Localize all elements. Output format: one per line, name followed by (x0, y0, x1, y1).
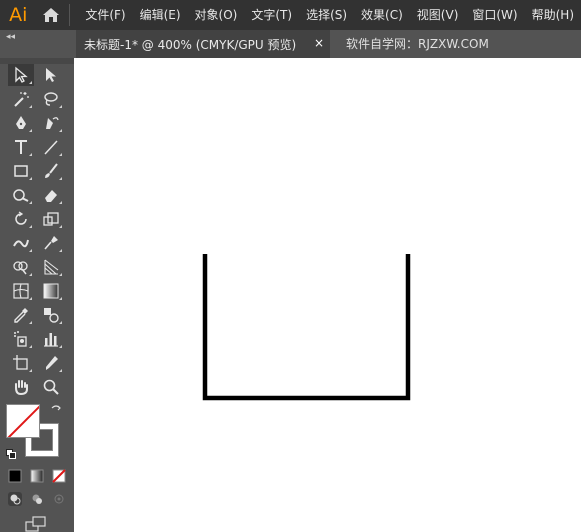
menu-help[interactable]: 帮助(H) (525, 0, 581, 30)
column-graph-tool-icon[interactable] (38, 328, 64, 350)
menu-items: 文件(F) 编辑(E) 对象(O) 文字(T) 选择(S) 效果(C) 视图(V… (78, 0, 581, 30)
screen-mode-icon[interactable] (24, 516, 48, 532)
menu-edit[interactable]: 编辑(E) (133, 0, 188, 30)
color-mode-row (6, 468, 68, 484)
mesh-tool-icon[interactable] (8, 280, 34, 302)
app-logo: Ai (9, 4, 28, 26)
scale-tool-icon[interactable] (38, 208, 64, 230)
illustrator-window: Ai 文件(F) 编辑(E) 对象(O) 文字(T) 选择(S) 效果(C) 视… (0, 0, 581, 532)
menu-type[interactable]: 文字(T) (244, 0, 299, 30)
document-tab-bar: ◂◂ 未标题-1* @ 400% (CMYK/GPU 预览) × 软件自学网：R… (0, 30, 581, 58)
line-segment-tool-icon[interactable] (38, 136, 64, 158)
draw-inside-icon[interactable] (50, 490, 68, 508)
puppet-warp-tool-icon[interactable] (38, 232, 64, 254)
type-tool-icon[interactable] (8, 136, 34, 158)
gradient-tool-icon[interactable] (38, 280, 64, 302)
draw-behind-icon[interactable] (28, 490, 46, 508)
tools-panel (0, 58, 74, 532)
pen-tool-icon[interactable] (8, 112, 34, 134)
paintbrush-tool-icon[interactable] (38, 160, 64, 182)
selection-tool-icon[interactable] (8, 64, 34, 86)
symbol-sprayer-tool-icon[interactable] (8, 328, 34, 350)
shape-builder-tool-icon[interactable] (8, 256, 34, 278)
menu-window[interactable]: 窗口(W) (465, 0, 524, 30)
document-tab-title: 未标题-1* @ 400% (CMYK/GPU 预览) (84, 37, 297, 52)
draw-normal-icon[interactable] (6, 490, 24, 508)
artboard-canvas[interactable] (74, 58, 581, 532)
default-fill-stroke-icon[interactable] (6, 444, 16, 459)
direct-selection-tool-icon[interactable] (38, 64, 64, 86)
lasso-tool-icon[interactable] (38, 88, 64, 110)
none-color-icon (7, 405, 39, 437)
none-mode-icon[interactable] (50, 468, 68, 484)
width-tool-icon[interactable] (8, 232, 34, 254)
color-mode-icon[interactable] (6, 468, 24, 484)
home-icon[interactable] (37, 0, 66, 30)
eraser-tool-icon[interactable] (38, 184, 64, 206)
document-tab-active[interactable]: 未标题-1* @ 400% (CMYK/GPU 预览) × (76, 30, 330, 58)
menu-file[interactable]: 文件(F) (78, 0, 132, 30)
artboard-tool-icon[interactable] (8, 352, 34, 374)
magic-wand-tool-icon[interactable] (8, 88, 34, 110)
swap-fill-stroke-icon[interactable] (50, 404, 62, 419)
hand-tool-icon[interactable] (8, 376, 34, 398)
menu-effect[interactable]: 效果(C) (354, 0, 410, 30)
blend-tool-icon[interactable] (38, 304, 64, 326)
menu-object[interactable]: 对象(O) (188, 0, 245, 30)
zoom-tool-icon[interactable] (38, 376, 64, 398)
fill-swatch[interactable] (6, 404, 40, 438)
document-tab-inactive[interactable]: 软件自学网：RJZXW.COM (346, 30, 489, 58)
draw-mode-row (6, 490, 68, 508)
close-tab-icon[interactable]: × (314, 36, 324, 50)
fill-stroke-widget (6, 404, 66, 462)
collapse-toolbar-icon[interactable]: ◂◂ (6, 32, 15, 42)
menu-divider (69, 4, 71, 26)
eyedropper-tool-icon[interactable] (8, 304, 34, 326)
curvature-tool-icon[interactable] (38, 112, 64, 134)
slice-tool-icon[interactable] (38, 352, 64, 374)
menu-bar: Ai 文件(F) 编辑(E) 对象(O) 文字(T) 选择(S) 效果(C) 视… (0, 0, 581, 30)
rectangle-tool-icon[interactable] (8, 160, 34, 182)
shaper-tool-icon[interactable] (8, 184, 34, 206)
rotate-tool-icon[interactable] (8, 208, 34, 230)
perspective-grid-tool-icon[interactable] (38, 256, 64, 278)
menu-view[interactable]: 视图(V) (410, 0, 466, 30)
menu-select[interactable]: 选择(S) (299, 0, 354, 30)
u-shape-path[interactable] (74, 58, 581, 532)
gradient-mode-icon[interactable] (28, 468, 46, 484)
